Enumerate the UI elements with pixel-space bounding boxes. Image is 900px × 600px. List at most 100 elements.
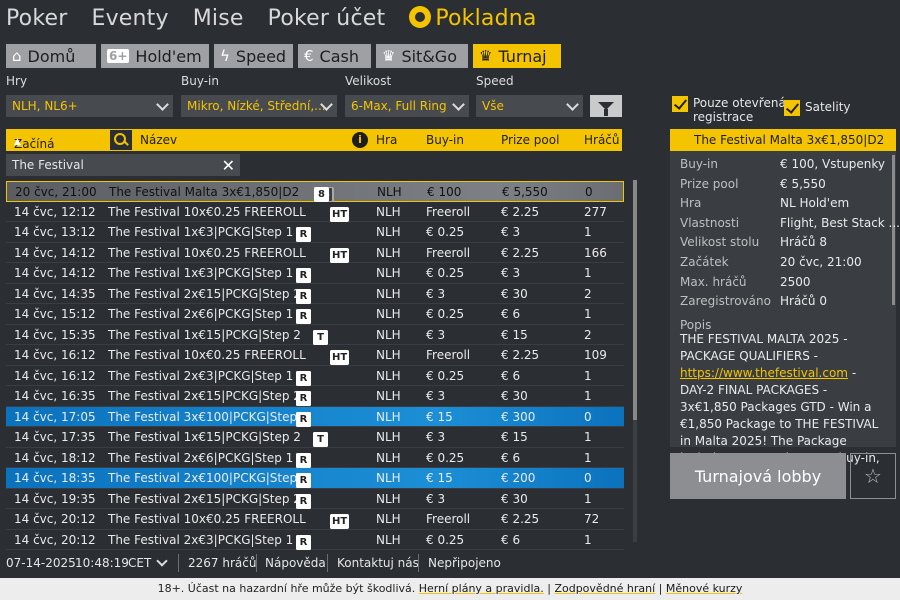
contact-link[interactable]: Kontaktuj nás xyxy=(337,556,419,570)
status-timezone[interactable]: CET xyxy=(128,556,151,570)
chevron-down-icon[interactable] xyxy=(156,555,168,567)
row-buyin: € 3 xyxy=(426,491,446,506)
scrollbar-thumb[interactable] xyxy=(633,180,637,420)
feature-badge: R xyxy=(296,493,311,509)
divider xyxy=(178,554,179,572)
footer-link-rules[interactable]: Herní plány a pravidla. xyxy=(419,582,544,595)
game-tabs: ⌂ Domů 6+ Hold'em ϟ Speed € Cash ♛ Sit&Go ♛ Tu… xyxy=(6,44,561,68)
table-row[interactable]: 14 čvc, 16:12 The Festival 10x€0.25 FREER… xyxy=(6,345,624,366)
col-hra[interactable]: Hra xyxy=(376,133,397,147)
row-prize: € 3 xyxy=(501,266,521,280)
filter-velikost-select[interactable]: 6-Max, Full Ring xyxy=(345,95,469,117)
row-players: 1 xyxy=(584,532,592,547)
detail-value: 2500 xyxy=(780,274,811,289)
status-time: 10:48:19 xyxy=(75,556,129,570)
table-row[interactable]: 14 čvc, 12:12 The Festival 10x€0.25 FREER… xyxy=(6,202,624,222)
favorite-star-icon[interactable]: ☆ xyxy=(850,453,896,499)
festival-link[interactable]: https://www.thefestival.com xyxy=(680,366,848,380)
table-row[interactable]: 14 čvc, 15:35 The Festival 1x€15|PCKG|Ste… xyxy=(6,325,624,345)
table-row[interactable]: 14 čvc, 18:35 The Festival 2x€100|PCKG|St… xyxy=(6,468,624,489)
status-players: 2267 hráčů xyxy=(188,556,257,570)
help-link[interactable]: Nápověda xyxy=(265,556,326,570)
detail-value: € 100, Vstupenky xyxy=(780,157,885,171)
tab-cash[interactable]: € Cash xyxy=(298,44,371,68)
col-prize[interactable]: Prize pool xyxy=(501,133,559,147)
search-icon[interactable] xyxy=(110,130,132,150)
filter-button[interactable] xyxy=(590,95,622,117)
nav-poker-ucet[interactable]: Poker účet xyxy=(268,6,386,31)
tournament-lobby-button[interactable]: Turnajová lobby xyxy=(670,453,846,499)
search-input[interactable]: The Festival ✕ xyxy=(6,154,240,176)
row-prize: € 6 xyxy=(501,532,521,547)
footer-link-rates[interactable]: Měnové kurzy xyxy=(666,582,743,595)
table-row[interactable]: 14 čvc, 14:12 The Festival 10x€0.25 FREER… xyxy=(6,243,624,263)
row-prize: € 30 xyxy=(501,491,528,506)
row-name: The Festival 1x€15|PCKG|Step 2 xyxy=(108,430,301,444)
details-panel: Popis THE FESTIVAL MALTA 2025 - PACKAGE … xyxy=(670,151,900,482)
row-start: 14 čvc, 20:12 xyxy=(14,512,96,526)
chevron-down-icon xyxy=(452,98,465,111)
row-name: The Festival 2x€15|PCKG|Step 2 xyxy=(108,491,301,506)
detail-label: Max. hráčů xyxy=(680,274,747,289)
row-players: 2 xyxy=(584,286,592,301)
row-buyin: € 3 xyxy=(426,327,446,342)
nav-poker[interactable]: Poker xyxy=(6,6,67,31)
detail-label: Zaregistrováno xyxy=(680,294,771,309)
filter-speed-select[interactable]: Vše xyxy=(476,95,583,117)
row-name: The Festival 10x€0.25 FREEROLL xyxy=(108,512,306,526)
filter-buyin-value: Mikro, Nízké, Střední,... xyxy=(187,99,326,113)
detail-value: Hráčů 8 xyxy=(780,235,827,250)
home-icon: ⌂ xyxy=(12,47,22,65)
status-bar: 07-14-2025 10:48:19 CET 2267 hráčů Nápov… xyxy=(0,552,900,574)
row-name: The Festival 10x€0.25 FREEROLL xyxy=(108,204,306,219)
table-row[interactable]: 14 čvc, 15:12 The Festival 2x€6|PCKG|Step… xyxy=(6,304,624,325)
col-nazev[interactable]: Název xyxy=(140,133,177,147)
row-start: 20 čvc, 21:00 xyxy=(15,185,97,199)
table-row[interactable]: 14 čvc, 14:35 The Festival 2x€15|PCKG|Ste… xyxy=(6,284,624,304)
table-row[interactable]: 14 čvc, 18:12 The Festival 2x€6|PCKG|Step… xyxy=(6,448,624,468)
open-registration-label: Pouze otevřená registrace xyxy=(693,96,786,124)
col-hracu[interactable]: Hráčů xyxy=(584,133,620,147)
row-prize: € 15 xyxy=(501,327,528,342)
filter-hry-select[interactable]: NLH, NL6+ xyxy=(6,95,173,117)
nav-mise[interactable]: Mise xyxy=(193,6,244,31)
tab-turnaj[interactable]: ♛ Turnaj xyxy=(473,44,561,68)
table-row[interactable]: 14 čvc, 20:12 The Festival 10x€0.25 FREER… xyxy=(6,509,624,530)
row-prize: € 2.25 xyxy=(501,245,540,260)
table-row[interactable]: 20 čvc, 21:00 The Festival Malta 3x€1,850… xyxy=(6,181,624,202)
table-row[interactable]: 14 čvc, 13:12 The Festival 1x€3|PCKG|Step… xyxy=(6,222,624,243)
filter-buyin-select[interactable]: Mikro, Nízké, Střední,... xyxy=(181,95,337,117)
table-row[interactable]: 14 čvc, 16:12 The Festival 2x€3|PCKG|Step… xyxy=(6,366,624,386)
open-registration-checkbox[interactable]: Pouze otevřená registrace xyxy=(672,96,786,124)
row-name: The Festival 2x€3|PCKG|Step 1 xyxy=(108,368,294,383)
row-start: 14 čvc, 15:35 xyxy=(14,327,96,342)
row-buyin: € 0.25 xyxy=(426,368,465,383)
row-name: The Festival 2x€3|PCKG|Step 1 xyxy=(108,532,294,547)
row-players: 1 xyxy=(584,450,592,465)
col-buyin[interactable]: Buy-in xyxy=(426,133,464,147)
tab-holdem[interactable]: 6+ Hold'em xyxy=(101,44,209,68)
row-players: 1 xyxy=(584,266,592,280)
table-row[interactable]: 14 čvc, 19:35 The Festival 2x€15|PCKG|Ste… xyxy=(6,489,624,509)
table-row[interactable]: 14 čvc, 14:12 The Festival 1x€3|PCKG|Step… xyxy=(6,263,624,284)
tab-speed[interactable]: ϟ Speed xyxy=(214,44,293,68)
satelity-checkbox[interactable]: Satelity xyxy=(784,100,851,116)
info-icon[interactable]: i xyxy=(352,132,368,148)
row-start: 14 čvc, 17:35 xyxy=(14,430,96,444)
table-row[interactable]: 14 čvc, 17:35 The Festival 1x€15|PCKG|Ste… xyxy=(6,427,624,448)
nav-eventy[interactable]: Eventy xyxy=(91,6,168,31)
details-scrollbar[interactable] xyxy=(892,155,895,305)
table-row[interactable]: 14 čvc, 20:12 The Festival 2x€3|PCKG|Step… xyxy=(6,530,624,550)
row-buyin: € 100 xyxy=(427,185,462,199)
table-row[interactable]: 14 čvc, 16:35 The Festival 2x€15|PCKG|Ste… xyxy=(6,386,624,407)
close-icon[interactable]: ✕ xyxy=(222,156,235,175)
table-row[interactable]: 14 čvc, 17:05 The Festival 3x€100|PCKG|St… xyxy=(6,406,624,427)
tab-domu[interactable]: ⌂ Domů xyxy=(6,44,96,68)
popis-label: Popis xyxy=(680,318,712,332)
row-buyin: € 15 xyxy=(426,409,453,424)
footer-link-responsible[interactable]: Zodpovědné hraní xyxy=(554,582,655,595)
row-name: The Festival 1x€3|PCKG|Step 1 xyxy=(108,266,294,280)
tab-sitgo[interactable]: ♛ Sit&Go xyxy=(376,44,468,68)
nav-pokladna[interactable]: Pokladna xyxy=(409,5,536,31)
tab-domu-label: Domů xyxy=(27,46,76,66)
